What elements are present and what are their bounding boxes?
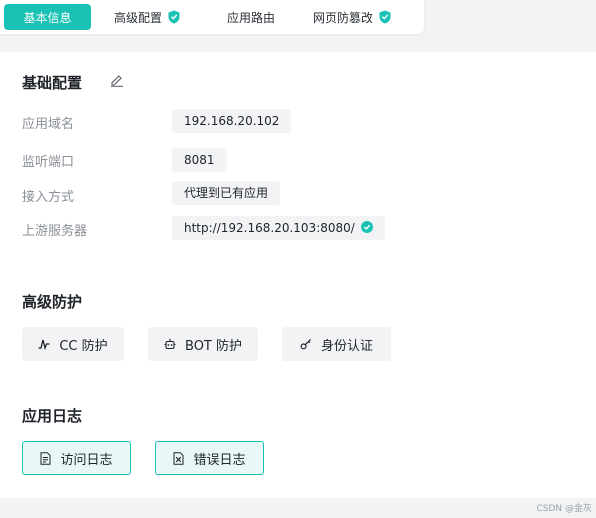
access-log-button[interactable]: 访问日志 (22, 441, 131, 475)
access-log-label: 访问日志 (60, 452, 113, 468)
upstream-label: 上游服务器 (22, 224, 88, 239)
shield-icon (168, 10, 180, 24)
check-circle-icon (360, 221, 373, 233)
cc-protection-button[interactable]: CC 防护 (22, 327, 124, 361)
tab-bar: 基本信息 高级配置 应用路由 网页防篡改 (0, 0, 424, 34)
tab-label: 网页防篡改 (312, 10, 373, 25)
auth-label: 身份认证 (320, 338, 373, 354)
tab-app-routing[interactable]: 应用路由 (205, 4, 297, 30)
tab-advanced-config[interactable]: 高级配置 (94, 4, 200, 30)
port-value: 8081 (172, 148, 227, 172)
upstream-value: http://192.168.20.103:8080/ (172, 216, 385, 240)
error-log-label: 错误日志 (193, 452, 246, 468)
domain-value: 192.168.20.102 (172, 109, 292, 133)
access-mode-value: 代理到已有应用 (172, 181, 281, 205)
config-panel (0, 52, 596, 498)
edit-icon[interactable] (110, 73, 124, 87)
upstream-url: http://192.168.20.103:8080/ (184, 221, 355, 235)
log-file-icon (40, 451, 51, 465)
tab-label: 高级配置 (113, 10, 162, 25)
access-mode-label: 接入方式 (22, 190, 75, 205)
domain-label: 应用域名 (22, 117, 75, 132)
tab-label: 应用路由 (226, 10, 275, 25)
tab-label: 基本信息 (23, 10, 72, 25)
app-logs-title: 应用日志 (22, 407, 83, 425)
tab-basic-info[interactable]: 基本信息 (4, 4, 91, 30)
robot-icon (164, 338, 176, 350)
port-label: 监听端口 (22, 155, 75, 170)
auth-button[interactable]: 身份认证 (282, 327, 391, 361)
key-icon (300, 339, 311, 350)
tab-tamper-protection[interactable]: 网页防篡改 (300, 4, 404, 30)
error-log-button[interactable]: 错误日志 (155, 441, 264, 475)
watermark: CSDN @金灰 (536, 504, 592, 514)
shield-icon (379, 10, 391, 24)
bot-protection-label: BOT 防护 (185, 338, 242, 354)
bot-protection-button[interactable]: BOT 防护 (148, 327, 258, 361)
error-file-icon (173, 451, 184, 465)
pulse-icon (38, 339, 50, 350)
advanced-protection-title: 高级防护 (22, 293, 83, 311)
basic-config-title: 基础配置 (22, 74, 83, 92)
cc-protection-label: CC 防护 (59, 338, 108, 354)
